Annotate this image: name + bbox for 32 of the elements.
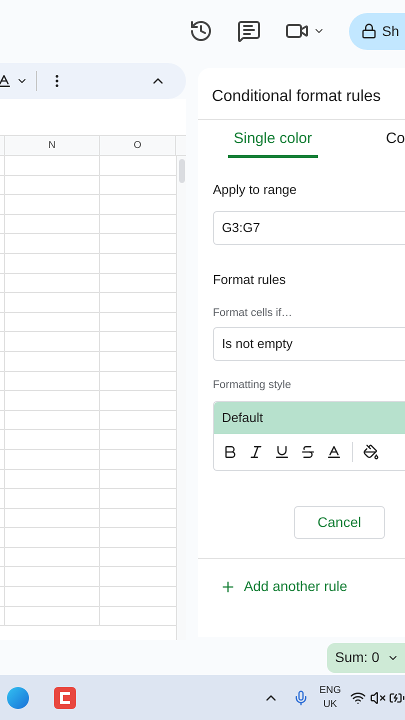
strikethrough-icon[interactable]: [300, 444, 316, 460]
column-header[interactable]: N: [5, 136, 100, 155]
comment-icon[interactable]: [237, 19, 261, 43]
panel-title: Conditional format rules: [198, 68, 405, 120]
column-header[interactable]: O: [100, 136, 176, 155]
share-button[interactable]: Sh: [349, 12, 405, 50]
history-icon[interactable]: [189, 19, 213, 43]
fill-color-icon[interactable]: [362, 444, 379, 460]
tab[interactable]: Single color: [228, 120, 318, 158]
app-icon[interactable]: [54, 686, 76, 708]
italic-icon[interactable]: [248, 444, 264, 460]
text-color-icon[interactable]: [0, 73, 12, 89]
sum-button[interactable]: Sum: 0: [327, 642, 405, 672]
cancel-button[interactable]: Cancel: [294, 506, 385, 539]
plus-icon: [220, 578, 236, 594]
field-label: Formatting style: [212, 378, 292, 392]
section-heading: Format rules: [212, 270, 287, 288]
add-rule-button[interactable]: Add another rule: [220, 576, 348, 597]
lock-icon: [361, 23, 377, 39]
field-label: Format cells if…: [212, 306, 294, 321]
muted-speaker-icon[interactable]: [370, 690, 386, 706]
condition-dropdown[interactable]: Is not empty: [212, 326, 405, 360]
microphone-icon[interactable]: [293, 690, 310, 706]
browser-icon[interactable]: [7, 686, 29, 708]
field-label: Apply to range: [212, 181, 298, 199]
language-indicator[interactable]: ENG UK: [319, 684, 341, 712]
range-field[interactable]: G3:G7: [212, 210, 405, 244]
underline-icon[interactable]: [274, 444, 290, 460]
text-color-icon[interactable]: [326, 444, 342, 460]
wifi-icon[interactable]: [350, 690, 366, 706]
tab[interactable]: Co: [386, 120, 405, 158]
style-preview[interactable]: Default: [214, 402, 405, 434]
